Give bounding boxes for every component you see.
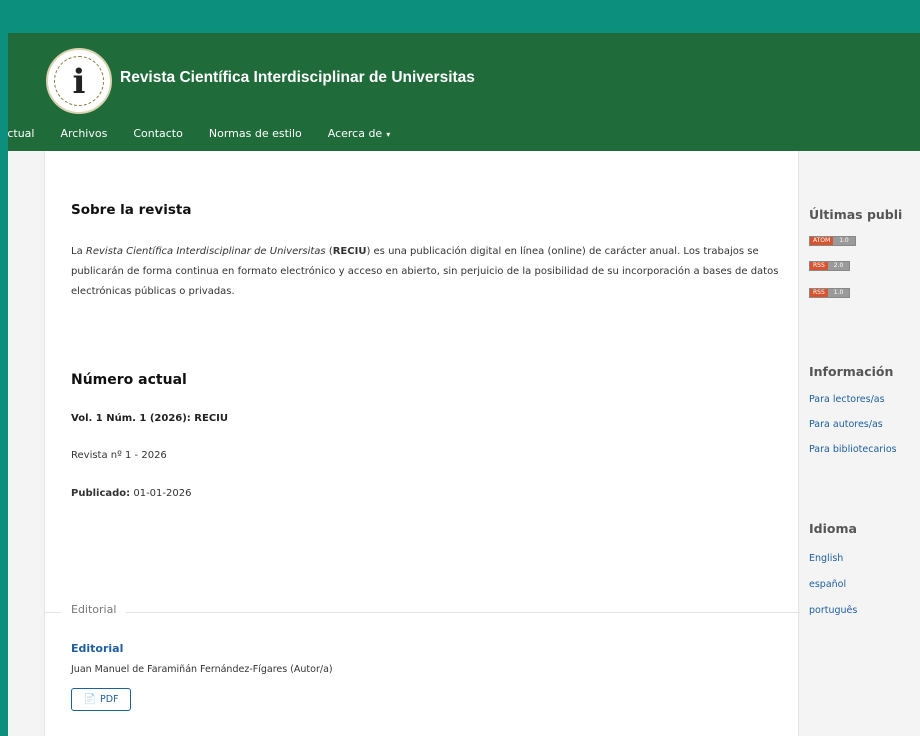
published-date: Publicado: 01-01-2026 (71, 488, 191, 499)
feed-badge-rss1[interactable]: RSS 1.0 (809, 288, 851, 298)
published-label: Publicado: (71, 488, 131, 499)
section-label: Editorial (61, 603, 127, 616)
current-issue-heading: Número actual (71, 372, 187, 388)
site-title[interactable]: Revista Científica Interdisciplinar de U… (120, 69, 475, 87)
main-nav: Actual Archivos Contacto Normas de estil… (8, 127, 416, 147)
lang-portugues[interactable]: português (809, 605, 857, 616)
nav-contacto[interactable]: Contacto (133, 127, 183, 147)
about-heading: Sobre la revista (71, 202, 192, 218)
feed-badge-left: RSS (810, 262, 828, 270)
feed-badge-left: ATOM (810, 237, 834, 245)
lang-english[interactable]: English (809, 553, 843, 564)
article-title-link[interactable]: Editorial (71, 642, 123, 655)
latest-heading: Últimas publi (809, 207, 903, 222)
about-abbrev: RECIU (332, 246, 367, 257)
feed-badge-atom[interactable]: ATOM 1.0 (809, 236, 856, 246)
info-link-readers[interactable]: Para lectores/as (809, 394, 885, 405)
info-link-authors[interactable]: Para autores/as (809, 419, 883, 430)
nav-actual[interactable]: Actual (8, 127, 34, 147)
feed-badge-right: 1.0 (833, 237, 855, 245)
nav-archivos[interactable]: Archivos (60, 127, 107, 147)
site-header: i Revista Científica Interdisciplinar de… (8, 33, 920, 151)
article-author: Juan Manuel de Faramiñán Fernández-Fígar… (71, 664, 333, 675)
feed-badge-left: RSS (810, 289, 828, 297)
feed-badge-rss2[interactable]: RSS 2.0 (809, 261, 851, 271)
issue-label: Revista nº 1 - 2026 (71, 450, 167, 461)
nav-normas[interactable]: Normas de estilo (209, 127, 302, 147)
feed-badge-right: 2.0 (827, 262, 850, 270)
info-heading: Información (809, 364, 894, 379)
pdf-button[interactable]: 📄 PDF (71, 688, 131, 711)
issue-volume: Vol. 1 Núm. 1 (2026): RECIU (71, 413, 229, 424)
page-frame: i Revista Científica Interdisciplinar de… (8, 33, 920, 736)
main-content: Sobre la revista La Revista Científica I… (44, 151, 800, 736)
info-link-librarians[interactable]: Para bibliotecarios (809, 444, 897, 455)
about-journal-name: Revista Científica Interdisciplinar de U… (85, 246, 326, 257)
sidebar: Últimas publi ATOM 1.0 RSS 2.0 RSS 1.0 Info… (799, 151, 920, 736)
nav-acerca-label: Acerca de (327, 127, 383, 140)
journal-logo[interactable]: i (46, 48, 112, 114)
language-heading: Idioma (809, 521, 857, 536)
about-prefix: La (71, 246, 86, 257)
nav-acerca-de[interactable]: Acerca de ▾ (328, 127, 390, 147)
file-icon: 📄 (83, 694, 96, 705)
section-divider (45, 612, 800, 613)
feed-badge-right: 1.0 (827, 289, 850, 297)
pdf-label: PDF (99, 694, 119, 705)
logo-glyph: i (72, 62, 86, 102)
lang-espanol[interactable]: español (809, 579, 846, 590)
about-mid: ( (325, 246, 333, 257)
about-text: La Revista Científica Interdisciplinar d… (71, 242, 781, 302)
published-value: 01-01-2026 (130, 488, 192, 499)
chevron-down-icon: ▾ (386, 130, 391, 139)
